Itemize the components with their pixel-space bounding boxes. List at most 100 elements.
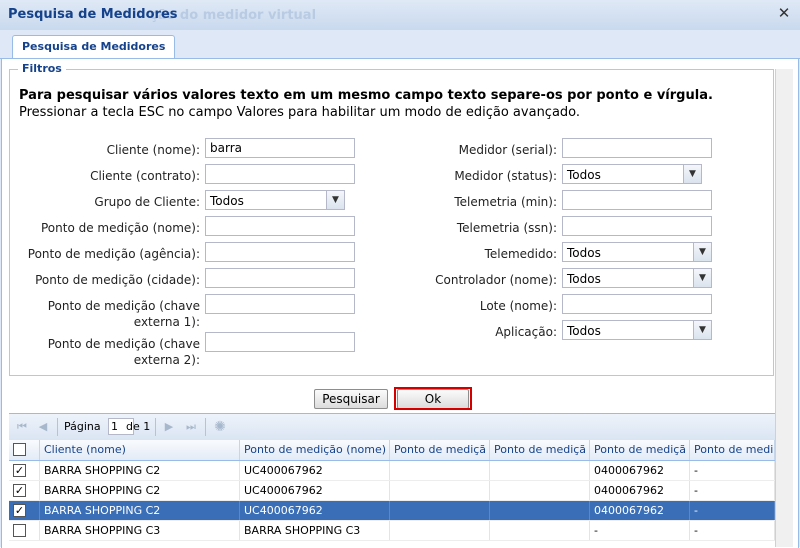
column-header[interactable]: Ponto de mediçã (590, 440, 690, 460)
controlador-nome-label: Controlador (nome): (435, 273, 557, 287)
row-check-cell: ✓ (9, 481, 40, 500)
telemetria-ssn-label: Telemetria (ssn): (456, 221, 557, 235)
cliente-nome-input[interactable]: barra (205, 138, 355, 158)
table-row[interactable]: BARRA SHOPPING C3 BARRA SHOPPING C3 - - (9, 521, 775, 541)
ponto-nome-label: Ponto de medição (nome): (41, 221, 200, 235)
table-cell (390, 521, 490, 540)
close-icon[interactable]: ✕ (776, 5, 792, 21)
telemetria-min-input[interactable] (562, 190, 712, 210)
table-cell: 0400067962 (590, 481, 690, 500)
ponto-cidade-input[interactable] (205, 268, 355, 288)
row-check-cell: ✓ (9, 501, 40, 520)
row-checkbox[interactable]: ✓ (13, 504, 26, 517)
column-header[interactable]: Ponto de medi (690, 440, 775, 460)
telemetria-ssn-input[interactable] (562, 216, 712, 236)
telemetria-min-label: Telemetria (min): (454, 195, 557, 209)
ponto-chave2-input[interactable] (205, 332, 355, 352)
ponto-chave1-label-line1: Ponto de medição (chave (47, 299, 200, 313)
filters-legend: Filtros (18, 62, 66, 75)
first-page-icon[interactable]: ⏮ (14, 419, 30, 435)
ponto-chave2-label-line2: externa 2): (133, 353, 200, 367)
chevron-down-icon[interactable]: ▼ (326, 191, 344, 209)
column-header[interactable]: Ponto de mediçã (390, 440, 490, 460)
table-cell: - (590, 521, 690, 540)
row-check-cell: ✓ (9, 461, 40, 480)
table-cell: - (690, 501, 775, 520)
table-row-selected[interactable]: ✓ BARRA SHOPPING C2 UC400067962 04000679… (9, 501, 775, 521)
telemedido-combo[interactable]: Todos ▼ (562, 242, 712, 262)
chevron-down-icon[interactable]: ▼ (693, 269, 711, 287)
grupo-cliente-label: Grupo de Cliente: (94, 195, 200, 209)
chevron-down-icon[interactable]: ▼ (693, 321, 711, 339)
table-cell (490, 501, 590, 520)
tab-pesquisa-medidores[interactable]: Pesquisa de Medidores (12, 35, 176, 58)
row-check-cell (9, 521, 40, 540)
paging-separator (205, 418, 206, 436)
table-cell: UC400067962 (240, 461, 390, 480)
aplicacao-label: Aplicação: (495, 325, 557, 339)
table-cell: UC400067962 (240, 481, 390, 500)
filters-info-bold: Para pesquisar vários valores texto em u… (19, 88, 713, 103)
controlador-nome-combo[interactable]: Todos ▼ (562, 268, 712, 288)
column-header[interactable]: Cliente (nome) (40, 440, 240, 460)
table-cell: BARRA SHOPPING C2 (40, 501, 240, 520)
table-cell: BARRA SHOPPING C3 (40, 521, 240, 540)
column-header[interactable]: Ponto de mediçã (490, 440, 590, 460)
medidor-serial-input[interactable] (562, 138, 712, 158)
cliente-nome-label: Cliente (nome): (106, 143, 200, 157)
row-checkbox[interactable] (13, 524, 26, 537)
column-header[interactable]: Ponto de medição (nome) (240, 440, 390, 460)
ponto-chave2-label-line1: Ponto de medição (chave (47, 337, 200, 351)
cliente-contrato-label: Cliente (contrato): (90, 169, 200, 183)
table-cell (390, 501, 490, 520)
table-row[interactable]: ✓ BARRA SHOPPING C2 UC400067962 04000679… (9, 461, 775, 481)
telemedido-value: Todos (567, 246, 601, 260)
next-page-icon[interactable]: ▶ (161, 419, 177, 435)
table-cell: BARRA SHOPPING C3 (240, 521, 390, 540)
select-all-cell (9, 440, 40, 460)
aplicacao-combo[interactable]: Todos ▼ (562, 320, 712, 340)
cliente-contrato-input[interactable] (205, 164, 355, 184)
chevron-down-icon[interactable]: ▼ (693, 243, 711, 261)
chevron-down-icon[interactable]: ▼ (683, 165, 701, 183)
prev-page-icon[interactable]: ◀ (35, 419, 51, 435)
row-checkbox[interactable]: ✓ (13, 484, 26, 497)
table-cell: BARRA SHOPPING C2 (40, 461, 240, 480)
medidor-status-value: Todos (567, 168, 601, 182)
paging-separator (155, 418, 156, 436)
table-cell (490, 481, 590, 500)
page-label: Página (64, 420, 101, 433)
lote-nome-label: Lote (nome): (479, 299, 557, 313)
table-cell: - (690, 461, 775, 480)
ok-button-highlight (394, 387, 472, 410)
table-cell: 0400067962 (590, 461, 690, 480)
paging-toolbar: ⏮ ◀ Página 1 de 1 ▶ ⏭ ✺ (9, 413, 775, 441)
medidor-serial-label: Medidor (serial): (458, 143, 557, 157)
ponto-cidade-label: Ponto de medição (cidade): (35, 273, 200, 287)
page-total-label: de 1 (126, 420, 151, 433)
last-page-icon[interactable]: ⏭ (183, 419, 199, 435)
filters-info-normal: Pressionar a tecla ESC no campo Valores … (19, 105, 581, 120)
select-all-checkbox[interactable] (13, 443, 26, 456)
window-titlebar: ção do medidor virtual Pesquisa de Medid… (0, 0, 800, 31)
row-checkbox[interactable]: ✓ (13, 464, 26, 477)
lote-nome-input[interactable] (562, 294, 712, 314)
ponto-chave1-input[interactable] (205, 294, 355, 314)
table-cell: - (690, 521, 775, 540)
paging-separator (57, 418, 58, 436)
refresh-icon[interactable]: ✺ (212, 419, 228, 435)
table-cell (490, 461, 590, 480)
medidor-status-combo[interactable]: Todos ▼ (562, 164, 702, 184)
table-cell: 0400067962 (590, 501, 690, 520)
window-title: Pesquisa de Medidores (8, 7, 178, 22)
grid-body: ✓ BARRA SHOPPING C2 UC400067962 04000679… (9, 461, 775, 547)
ponto-nome-input[interactable] (205, 216, 355, 236)
table-row[interactable]: ✓ BARRA SHOPPING C2 UC400067962 04000679… (9, 481, 775, 501)
table-cell: BARRA SHOPPING C2 (40, 481, 240, 500)
telemedido-label: Telemedido: (484, 247, 557, 261)
table-cell: - (690, 481, 775, 500)
vertical-scrollbar[interactable] (775, 69, 793, 547)
pesquisar-button[interactable]: Pesquisar (314, 389, 388, 409)
ponto-agencia-input[interactable] (205, 242, 355, 262)
grupo-cliente-combo[interactable]: Todos ▼ (205, 190, 345, 210)
